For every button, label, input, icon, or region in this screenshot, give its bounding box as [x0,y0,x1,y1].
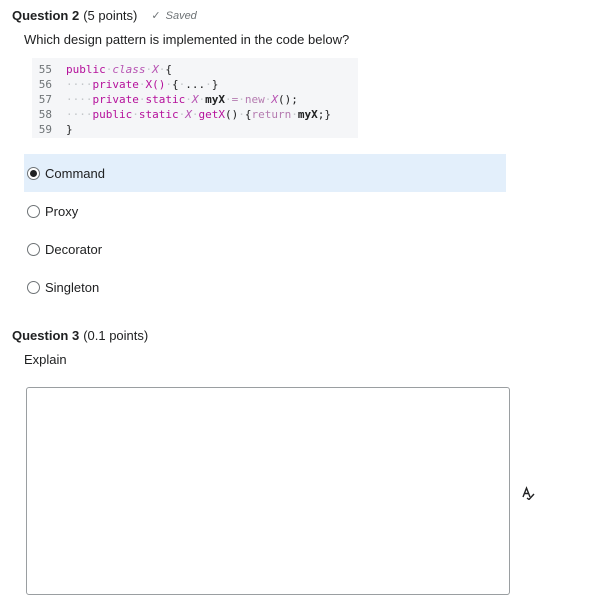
code-token: } [211,78,219,91]
answer-options: Command Proxy Decorator Singleton [24,154,506,306]
question-2-points: (5 points) [83,8,138,23]
code-token: ···· [66,93,93,106]
code-token: ···· [66,108,93,121]
code-token: · [238,93,245,106]
code-text: public·class·X·{ [66,62,172,77]
code-token: X [152,63,159,76]
code-token: static [145,93,186,106]
code-token: · [224,93,232,106]
spellcheck-icon[interactable] [521,486,535,500]
code-text: ····private·X()·{·...·} [66,77,218,92]
radio-button[interactable] [27,242,40,256]
code-token: X [185,108,192,121]
question-2-prompt: Which design pattern is implemented in t… [24,32,350,47]
option-label: Proxy [45,203,79,219]
saved-status: ✓ Saved [151,9,197,23]
option-decorator[interactable]: Decorator [24,230,506,268]
option-proxy[interactable]: Proxy [24,192,506,230]
code-text: } [66,122,73,137]
code-text: ····public·static·X·getX()·{return·myX;} [66,107,331,122]
line-number: 59 [38,123,52,136]
code-token: X [271,93,278,106]
code-token: getX [198,108,226,121]
code-token: () [225,108,239,121]
code-text: ····private·static·X·myX·=·new·X(); [66,92,298,107]
radio-selected-dot [30,169,37,177]
quiz-page: Question 2 (5 points) ✓ Saved Which desi… [0,0,590,605]
radio-button[interactable] [27,280,40,294]
question-3-number: Question 3 [12,328,80,343]
explain-answer-textarea[interactable] [26,387,510,595]
code-token: public [66,63,106,76]
code-token: public [92,108,133,121]
code-token: ···· [66,78,93,91]
saved-label: Saved [165,9,197,22]
code-token: · [165,78,172,91]
code-token: · [238,108,245,121]
code-token: { [171,78,179,91]
code-line: 55 public·class·X·{ [32,62,358,77]
option-label: Singleton [45,279,100,295]
code-line: 56 ····private·X()·{·...·} [32,77,358,92]
code-snippet: 55 public·class·X·{56 ····private·X()·{·..… [32,58,358,138]
line-number: 56 [38,78,52,91]
code-token: · [185,93,192,106]
code-token: · [205,78,212,91]
code-token: new [244,93,265,106]
option-label: Command [45,165,105,181]
option-command[interactable]: Command [24,154,506,192]
code-token: private [92,78,139,91]
radio-button[interactable] [27,204,40,218]
line-number: 57 [38,93,52,106]
code-token: myX [297,108,318,121]
code-token: · [132,108,139,121]
code-line: 59} [32,122,358,137]
code-token: { [165,63,172,76]
code-token: static [138,108,179,121]
code-token: · [191,108,199,121]
code-token: class [112,63,146,76]
line-number: 55 [38,63,52,76]
question-3-header: Question 3 (0.1 points) [12,328,148,343]
question-3-prompt: Explain [24,352,67,367]
code-token: } [324,108,331,121]
code-token: myX [205,93,225,106]
question-3-points: (0.1 points) [83,328,149,343]
option-singleton[interactable]: Singleton [24,268,506,306]
code-token: return [251,108,292,121]
code-token: · [291,108,298,121]
question-2-number: Question 2 [12,8,80,23]
code-token: } [66,123,73,136]
check-icon: ✓ [151,10,161,22]
question-2-header: Question 2 (5 points) ✓ Saved [12,8,197,23]
line-number: 58 [38,108,52,121]
code-line: 58 ····public·static·X·getX()·{return·myX… [32,107,358,122]
code-line: 57 ····private·static·X·myX·=·new·X(); [32,92,358,107]
code-token: X() [145,78,166,91]
radio-button[interactable] [27,166,40,180]
option-label: Decorator [45,241,103,257]
code-token: ... [185,78,206,91]
code-token: X [191,93,199,106]
code-token: { [244,108,252,121]
code-token: private [92,93,139,106]
code-token: (); [277,93,298,106]
